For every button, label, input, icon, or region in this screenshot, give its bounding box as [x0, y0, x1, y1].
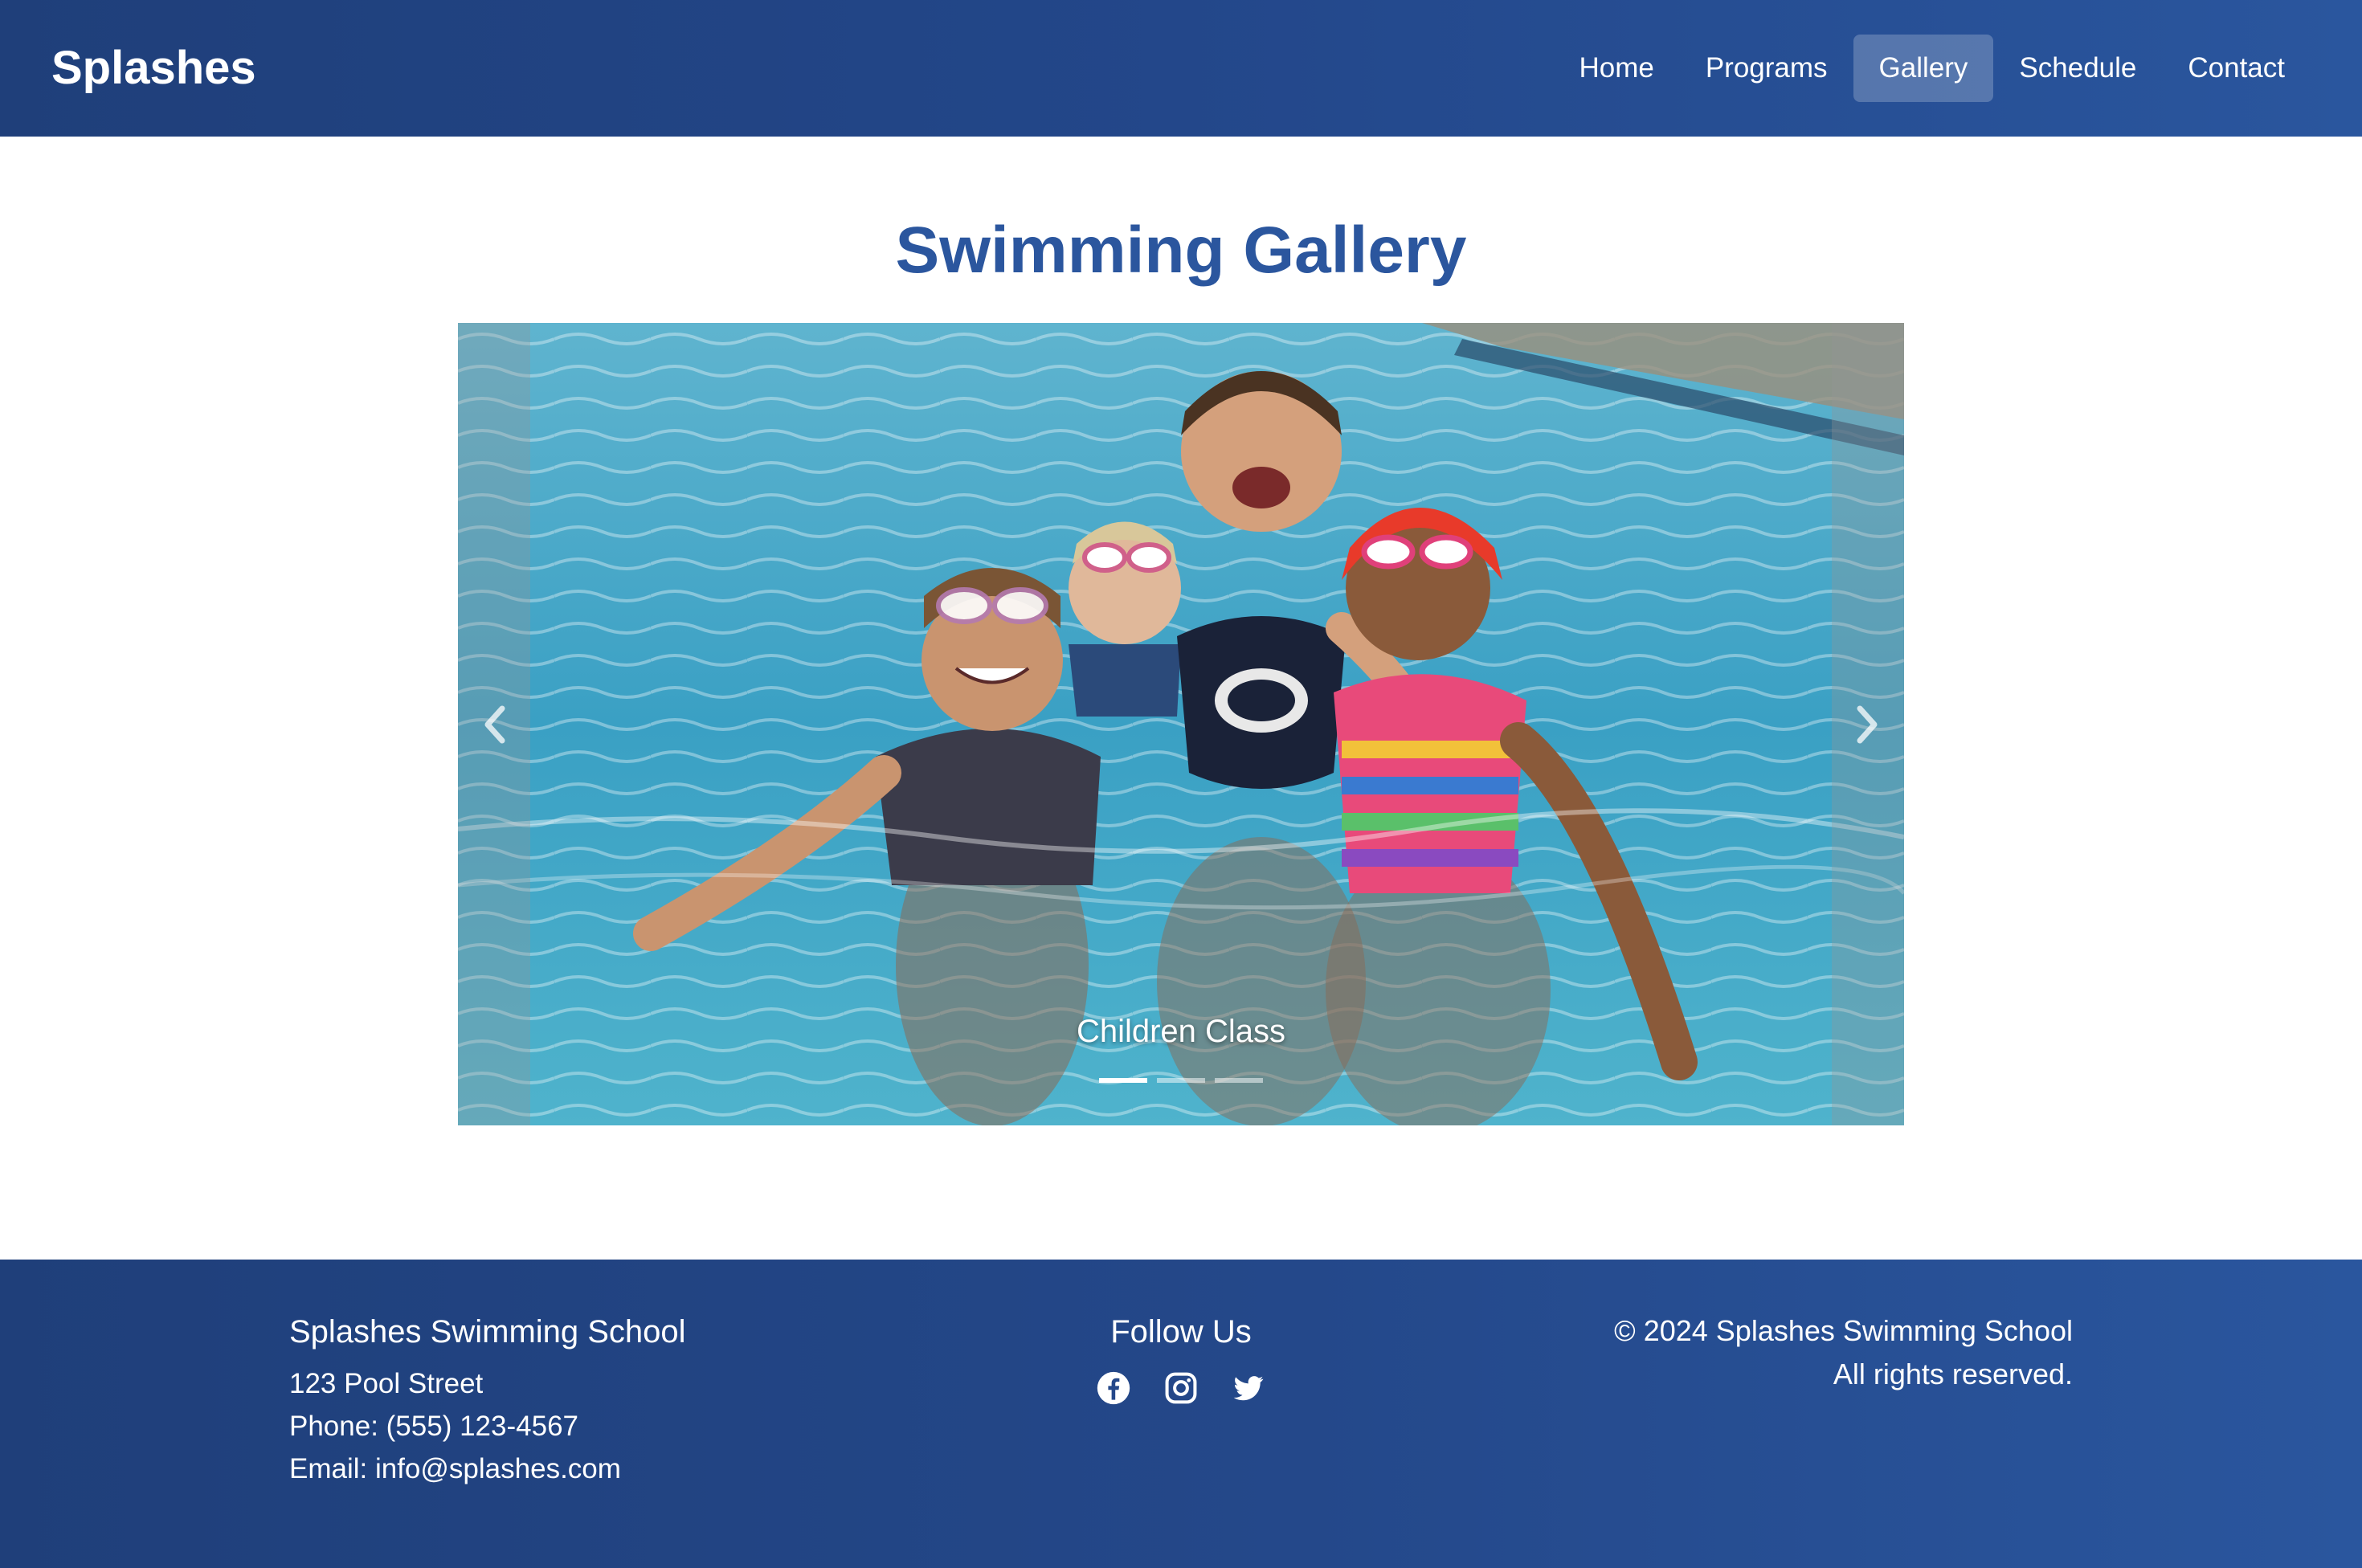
carousel-next-button[interactable]: [1832, 323, 1904, 1125]
nav-gallery[interactable]: Gallery: [1853, 35, 1994, 102]
rights-line: All rights reserved.: [1833, 1358, 2073, 1390]
page-title: Swimming Gallery: [895, 214, 1467, 287]
carousel-indicator-1[interactable]: [1099, 1078, 1147, 1083]
gallery-carousel: Children Class: [458, 323, 1904, 1125]
footer-social: Follow Us: [1020, 1309, 1342, 1406]
pool-photo-illustration: [458, 323, 1904, 1125]
slide-caption: Children Class: [1076, 1014, 1286, 1049]
footer-school-name: Splashes Swimming School: [289, 1314, 686, 1350]
chevron-left-icon: [484, 705, 505, 743]
footer-phone: Phone: (555) 123-4567: [289, 1411, 578, 1442]
chevron-right-icon: [1857, 705, 1878, 743]
carousel-photo: [458, 323, 1904, 1125]
facebook-icon[interactable]: [1096, 1370, 1131, 1406]
footer-copyright: © 2024 Splashes Swimming School All righ…: [1614, 1309, 2073, 1396]
carousel-indicator-2[interactable]: [1157, 1078, 1205, 1083]
social-links: [1020, 1370, 1342, 1406]
nav-contact[interactable]: Contact: [2162, 35, 2311, 102]
carousel-indicators: [458, 1078, 1904, 1083]
carousel-prev-button[interactable]: [458, 323, 530, 1125]
site-header: Splashes Home Programs Gallery Schedule …: [0, 0, 2362, 137]
footer-contact: Splashes Swimming School 123 Pool Street…: [289, 1309, 686, 1490]
twitter-icon[interactable]: [1231, 1370, 1266, 1406]
nav-home[interactable]: Home: [1553, 35, 1679, 102]
instagram-icon[interactable]: [1163, 1370, 1199, 1406]
site-footer: Splashes Swimming School 123 Pool Street…: [0, 1260, 2362, 1568]
nav-schedule[interactable]: Schedule: [1993, 35, 2162, 102]
main-nav: Home Programs Gallery Schedule Contact: [1553, 35, 2311, 102]
copyright-line: © 2024 Splashes Swimming School: [1614, 1314, 2073, 1347]
footer-email: Email: info@splashes.com: [289, 1453, 621, 1484]
carousel-indicator-3[interactable]: [1215, 1078, 1263, 1083]
site-logo[interactable]: Splashes: [51, 35, 256, 101]
nav-programs[interactable]: Programs: [1680, 35, 1853, 102]
footer-address: 123 Pool Street: [289, 1368, 484, 1399]
follow-us-heading: Follow Us: [1110, 1314, 1252, 1350]
